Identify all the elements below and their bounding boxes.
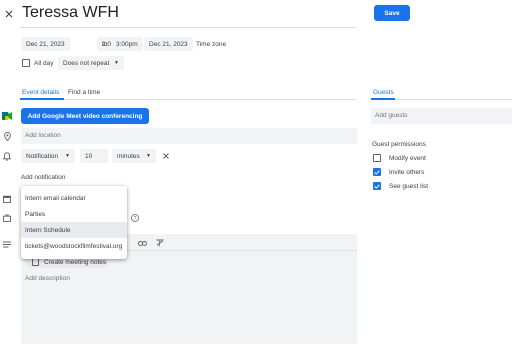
location-placeholder: Add location — [25, 132, 61, 139]
notification-type-dropdown[interactable]: Notification ▼ — [21, 149, 75, 163]
tabs-divider — [20, 99, 357, 100]
start-date-chip[interactable]: Dec 21, 2023 — [21, 37, 70, 51]
title-underline — [20, 27, 357, 28]
chevron-down-icon: ▼ — [65, 153, 70, 159]
link-icon[interactable] — [137, 238, 147, 248]
notification-amount-value: 10 — [85, 152, 93, 160]
notification-unit-value: minutes — [117, 152, 140, 160]
close-small-icon[interactable] — [161, 151, 171, 161]
description-placeholder: Add description — [25, 275, 70, 282]
close-icon[interactable] — [3, 8, 15, 20]
save-button[interactable]: Save — [374, 5, 410, 21]
menu-item-label: Parties — [25, 210, 46, 218]
add-guests-placeholder: Add guests — [375, 112, 408, 119]
add-notification-link[interactable]: Add notification — [21, 174, 65, 181]
menu-item-intern-schedule[interactable]: Intern Schedule — [21, 222, 127, 238]
active-tab-indicator — [20, 98, 64, 100]
event-title[interactable]: Teressa WFH — [22, 4, 119, 22]
end-time-chip[interactable]: 3:00pm — [111, 37, 143, 51]
menu-item-label: tickets@woodstockfilmfestival.org — [25, 242, 123, 250]
add-meet-button-label: Add Google Meet video conferencing — [27, 112, 143, 120]
repeat-value: Does not repeat — [63, 59, 110, 67]
invite-others-label: Invite others — [389, 169, 425, 176]
modify-event-label: Modify event — [389, 155, 426, 162]
add-guests-input[interactable]: Add guests — [371, 108, 512, 124]
guests-tab-indicator — [371, 98, 395, 100]
timezone-link[interactable]: Time zone — [196, 41, 226, 48]
see-guest-list-label: See guest list — [389, 183, 429, 190]
see-guest-list-checkbox[interactable] — [373, 182, 381, 190]
save-button-label: Save — [384, 9, 400, 17]
modify-event-checkbox[interactable] — [373, 154, 381, 162]
all-day-checkbox[interactable] — [22, 59, 30, 67]
add-meet-button[interactable]: Add Google Meet video conferencing — [21, 108, 149, 124]
notes-icon — [32, 258, 39, 266]
svg-text:?: ? — [134, 216, 137, 222]
chevron-down-icon: ▼ — [146, 153, 151, 159]
invite-others-checkbox[interactable] — [373, 168, 381, 176]
tab-guests[interactable]: Guests — [373, 89, 394, 96]
all-day-label: All day — [34, 60, 54, 67]
notification-type-value: Notification — [26, 152, 59, 160]
menu-item-intern-email-calendar[interactable]: Intern email calendar — [21, 190, 127, 206]
menu-lines-icon — [2, 239, 12, 249]
create-meeting-notes-label: Create meeting notes — [44, 258, 107, 266]
bell-icon — [2, 151, 12, 161]
end-date-chip[interactable]: Dec 21, 2023 — [144, 37, 193, 51]
calendar-icon — [2, 194, 12, 204]
menu-item-label: Intern Schedule — [25, 226, 71, 234]
chevron-down-icon: ▼ — [114, 60, 119, 66]
notification-amount-input[interactable]: 10 — [80, 149, 108, 163]
menu-item-label: Intern email calendar — [25, 194, 86, 202]
menu-item-tickets-calendar[interactable]: tickets@woodstockfilmfestival.org — [21, 238, 127, 254]
meet-icon — [2, 111, 12, 121]
repeat-dropdown[interactable]: Does not repeat ▼ — [58, 56, 124, 70]
notification-unit-dropdown[interactable]: minutes ▼ — [112, 149, 156, 163]
menu-item-parties[interactable]: Parties — [21, 206, 127, 222]
help-icon[interactable]: ? — [130, 213, 140, 223]
tab-find-a-time[interactable]: Find a time — [68, 89, 100, 96]
clear-format-icon[interactable] — [155, 238, 165, 248]
calendar-dropdown-menu: Intern email calendar Parties Intern Sch… — [21, 186, 127, 259]
location-input[interactable]: Add location — [21, 128, 357, 144]
location-icon — [2, 131, 12, 141]
tab-event-details[interactable]: Event details — [22, 89, 59, 96]
guest-permissions-title: Guest permissions — [372, 141, 426, 148]
briefcase-icon — [2, 213, 12, 223]
time-separator: to — [102, 41, 108, 48]
